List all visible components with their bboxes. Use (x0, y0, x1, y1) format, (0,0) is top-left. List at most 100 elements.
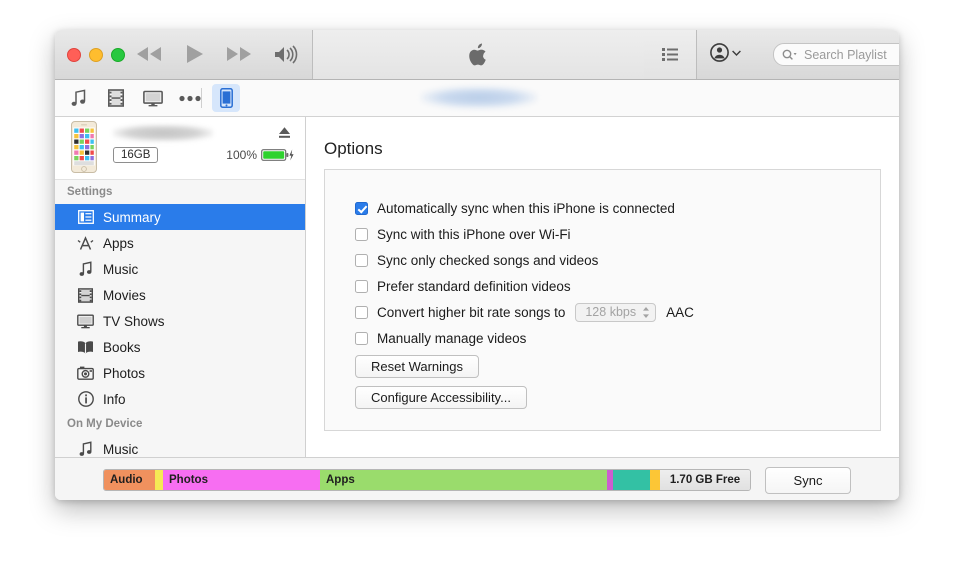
transport-controls (135, 41, 299, 67)
device-name (113, 125, 213, 141)
film-icon (77, 287, 94, 304)
film-icon[interactable] (105, 87, 127, 109)
bitrate-select[interactable]: 128 kbps (575, 303, 656, 322)
stepper-icon (642, 306, 650, 319)
capacity-segment-other-teal[interactable] (613, 470, 650, 490)
search-input[interactable]: Search Playlist (773, 43, 899, 66)
play-button[interactable] (183, 41, 205, 67)
capacity-segment-other-yellow[interactable] (155, 470, 163, 490)
volume-button[interactable] (273, 41, 299, 67)
sidebar-item-label: Summary (103, 210, 161, 225)
reset-warnings-button[interactable]: Reset Warnings (355, 355, 479, 378)
option-convert-bitrate[interactable]: Convert higher bit rate songs to 128 kbp… (355, 299, 864, 325)
battery-percent: 100% (226, 148, 257, 162)
option-manually-manage-videos[interactable]: Manually manage videos (355, 325, 864, 351)
battery-icon (261, 148, 295, 162)
sidebar-item-books[interactable]: Books (55, 334, 305, 360)
sidebar-item-info[interactable]: Info (55, 386, 305, 412)
checkbox[interactable] (355, 332, 368, 345)
options-list: Automatically sync when this iPhone is c… (355, 195, 864, 409)
title-bar: Search Playlist (55, 30, 899, 80)
capacity-segment-free[interactable]: 1.70 GB Free (660, 470, 750, 490)
option-auto-sync[interactable]: Automatically sync when this iPhone is c… (355, 195, 864, 221)
nav-toolbar (55, 80, 899, 117)
audio-format-label: AAC (666, 305, 694, 320)
sidebar-item-summary[interactable]: Summary (55, 204, 305, 230)
option-sync-wifi[interactable]: Sync with this iPhone over Wi-Fi (355, 221, 864, 247)
zoom-button[interactable] (111, 48, 125, 62)
apps-icon (77, 235, 94, 252)
capacity-segment-photos[interactable]: Photos (163, 470, 320, 490)
option-sync-checked-only[interactable]: Sync only checked songs and videos (355, 247, 864, 273)
status-display[interactable] (312, 30, 646, 79)
sidebar: 16GB 100% (55, 117, 306, 457)
capacity-segment-apps[interactable]: Apps (320, 470, 607, 490)
sidebar-item-on-device-music[interactable]: Music (55, 436, 305, 457)
minimize-button[interactable] (89, 48, 103, 62)
search-icon (782, 49, 798, 61)
battery-indicator: 100% (226, 148, 295, 162)
option-label: Prefer standard definition videos (377, 279, 571, 294)
sidebar-item-photos[interactable]: Photos (55, 360, 305, 386)
options-box: Automatically sync when this iPhone is c… (324, 169, 881, 431)
configure-accessibility-row: Configure Accessibility... (355, 386, 864, 409)
option-label: Sync only checked songs and videos (377, 253, 598, 268)
books-icon (77, 339, 94, 356)
up-next-button[interactable] (644, 30, 697, 79)
screen: Search Playlist (0, 0, 954, 585)
more-icon[interactable] (179, 87, 201, 109)
checkbox[interactable] (355, 306, 368, 319)
list-icon (662, 48, 678, 61)
sidebar-item-movies[interactable]: Movies (55, 282, 305, 308)
device-capacity-badge: 16GB (113, 147, 158, 163)
chevron-down-icon (732, 50, 741, 56)
sidebar-item-tv-shows[interactable]: TV Shows (55, 308, 305, 334)
device-name-toolbar (421, 87, 537, 108)
bottom-bar: Audio Photos Apps 1.70 GB Free Sync (55, 457, 899, 500)
capacity-bar[interactable]: Audio Photos Apps 1.70 GB Free (103, 469, 751, 491)
checkbox[interactable] (355, 228, 368, 241)
device-button[interactable] (212, 84, 240, 112)
capacity-segment-label: Apps (320, 474, 355, 486)
sidebar-item-music[interactable]: Music (55, 256, 305, 282)
bitrate-value: 128 kbps (585, 305, 636, 319)
page-title: Options (324, 139, 383, 159)
tv-icon[interactable] (142, 87, 164, 109)
main-pane: Options Automatically sync when this iPh… (306, 117, 899, 457)
capacity-segment-other-amber[interactable] (650, 470, 660, 490)
eject-icon[interactable] (278, 126, 291, 139)
traffic-lights (67, 48, 125, 62)
iphone-thumbnail (71, 121, 97, 173)
close-button[interactable] (67, 48, 81, 62)
sync-button[interactable]: Sync (765, 467, 851, 494)
option-label: Automatically sync when this iPhone is c… (377, 201, 675, 216)
itunes-window: Search Playlist (55, 30, 899, 500)
checkbox[interactable] (355, 280, 368, 293)
free-space-label: 1.70 GB Free (670, 474, 740, 486)
music-note-icon[interactable] (68, 87, 90, 109)
fast-forward-button[interactable] (225, 41, 253, 67)
sidebar-item-label: Apps (103, 236, 134, 251)
search-placeholder: Search Playlist (804, 48, 887, 62)
account-button[interactable] (710, 43, 741, 62)
checkbox[interactable] (355, 202, 368, 215)
option-label: Sync with this iPhone over Wi-Fi (377, 227, 571, 242)
capacity-segment-audio[interactable]: Audio (104, 470, 155, 490)
account-icon (710, 43, 729, 62)
capacity-segment-label: Photos (163, 474, 208, 486)
sidebar-item-label: Photos (103, 366, 145, 381)
iphone-icon (220, 88, 233, 108)
music-note-icon (77, 261, 94, 278)
checkbox[interactable] (355, 254, 368, 267)
option-prefer-sd-videos[interactable]: Prefer standard definition videos (355, 273, 864, 299)
rewind-button[interactable] (135, 41, 163, 67)
configure-accessibility-button[interactable]: Configure Accessibility... (355, 386, 527, 409)
sidebar-item-label: Info (103, 392, 126, 407)
sidebar-item-apps[interactable]: Apps (55, 230, 305, 256)
window-body: 16GB 100% (55, 117, 899, 457)
music-note-icon (77, 441, 94, 458)
sidebar-item-label: Books (103, 340, 141, 355)
summary-icon (77, 209, 94, 226)
camera-icon (77, 365, 94, 382)
option-label: Convert higher bit rate songs to (377, 305, 565, 320)
